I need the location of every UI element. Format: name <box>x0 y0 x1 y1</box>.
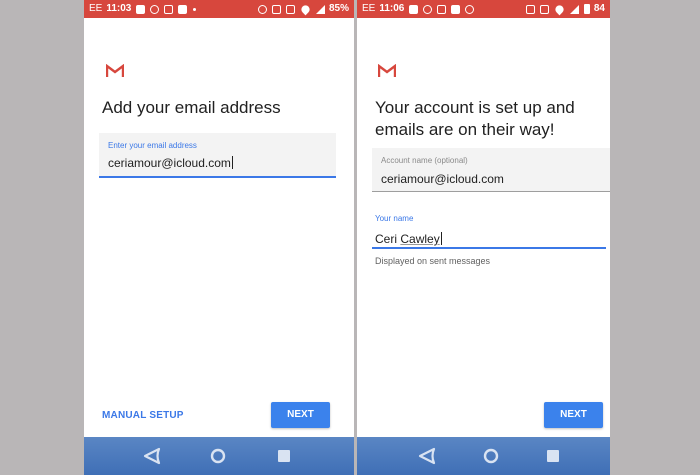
wifi-icon <box>553 3 566 15</box>
battery-percent: 84 <box>593 3 605 14</box>
email-field-value: ceriamour@icloud.com <box>108 156 231 170</box>
vibrate-icon <box>539 4 549 14</box>
email-field[interactable]: Enter your email address ceriamour@iclou… <box>99 133 336 178</box>
app-notification-icon <box>465 4 475 14</box>
phone-screen-add-email: EE 11:03 85% Add your email address Ente… <box>84 0 354 475</box>
app-notification-icon <box>451 4 461 14</box>
text-cursor <box>440 232 442 245</box>
battery-percent: 85% <box>328 3 349 14</box>
text-cursor <box>231 156 233 169</box>
navigation-bar <box>357 437 610 475</box>
wifi-icon <box>299 3 312 15</box>
gallery-icon <box>136 4 146 14</box>
gmail-logo-icon <box>378 64 396 77</box>
carrier-label: EE <box>89 3 103 14</box>
page-title-line-2: emails are on their way! <box>375 120 555 139</box>
home-circle-icon[interactable] <box>481 446 501 466</box>
signal-icon <box>569 4 579 14</box>
your-name-field-underline <box>372 247 606 249</box>
back-triangle-icon[interactable] <box>417 446 437 466</box>
alarm-icon <box>257 4 267 14</box>
gmail-logo-icon <box>106 64 124 77</box>
email-field-label: Enter your email address <box>108 141 197 150</box>
manual-setup-button[interactable]: MANUAL SETUP <box>102 410 184 421</box>
back-triangle-icon[interactable] <box>142 446 162 466</box>
account-name-field-underline <box>372 191 610 192</box>
app-notification-icon <box>178 4 188 14</box>
signal-icon <box>315 4 325 14</box>
instagram-icon <box>423 4 433 14</box>
status-time: 11:03 <box>106 3 132 14</box>
status-bar: EE 11:06 84 <box>357 0 610 18</box>
shield-icon <box>164 4 174 14</box>
status-bar: EE 11:03 85% <box>84 0 354 18</box>
next-button[interactable]: NEXT <box>544 402 603 428</box>
more-notifications-dot-icon <box>193 7 197 11</box>
your-name-field-label: Your name <box>375 214 414 223</box>
status-time: 11:06 <box>379 3 405 14</box>
navigation-bar <box>84 437 354 475</box>
instagram-icon <box>150 4 160 14</box>
shield-icon <box>437 4 447 14</box>
your-name-first: Ceri <box>375 232 398 246</box>
account-name-field-label: Account name (optional) <box>381 156 468 165</box>
recents-square-icon[interactable] <box>274 446 294 466</box>
phone-screen-account-setup: EE 11:06 84 Your account is set up and e… <box>357 0 610 475</box>
home-circle-icon[interactable] <box>208 446 228 466</box>
page-title: Add your email address <box>102 98 281 117</box>
your-name-last: Cawley <box>400 232 440 246</box>
next-button[interactable]: NEXT <box>271 402 330 428</box>
account-name-field[interactable]: Account name (optional) ceriamour@icloud… <box>372 148 610 192</box>
email-field-underline <box>99 176 336 178</box>
carrier-label: EE <box>362 3 376 14</box>
account-name-field-value: ceriamour@icloud.com <box>381 172 504 186</box>
page-title-line-1: Your account is set up and <box>375 98 575 117</box>
your-name-field[interactable]: Your name Ceri Cawley <box>372 208 606 249</box>
gallery-icon <box>409 4 419 14</box>
battery-icon <box>583 4 590 14</box>
nfc-icon <box>271 4 281 14</box>
your-name-helper-text: Displayed on sent messages <box>375 256 491 266</box>
nfc-icon <box>525 4 535 14</box>
recents-square-icon[interactable] <box>543 446 563 466</box>
vibrate-icon <box>285 4 295 14</box>
